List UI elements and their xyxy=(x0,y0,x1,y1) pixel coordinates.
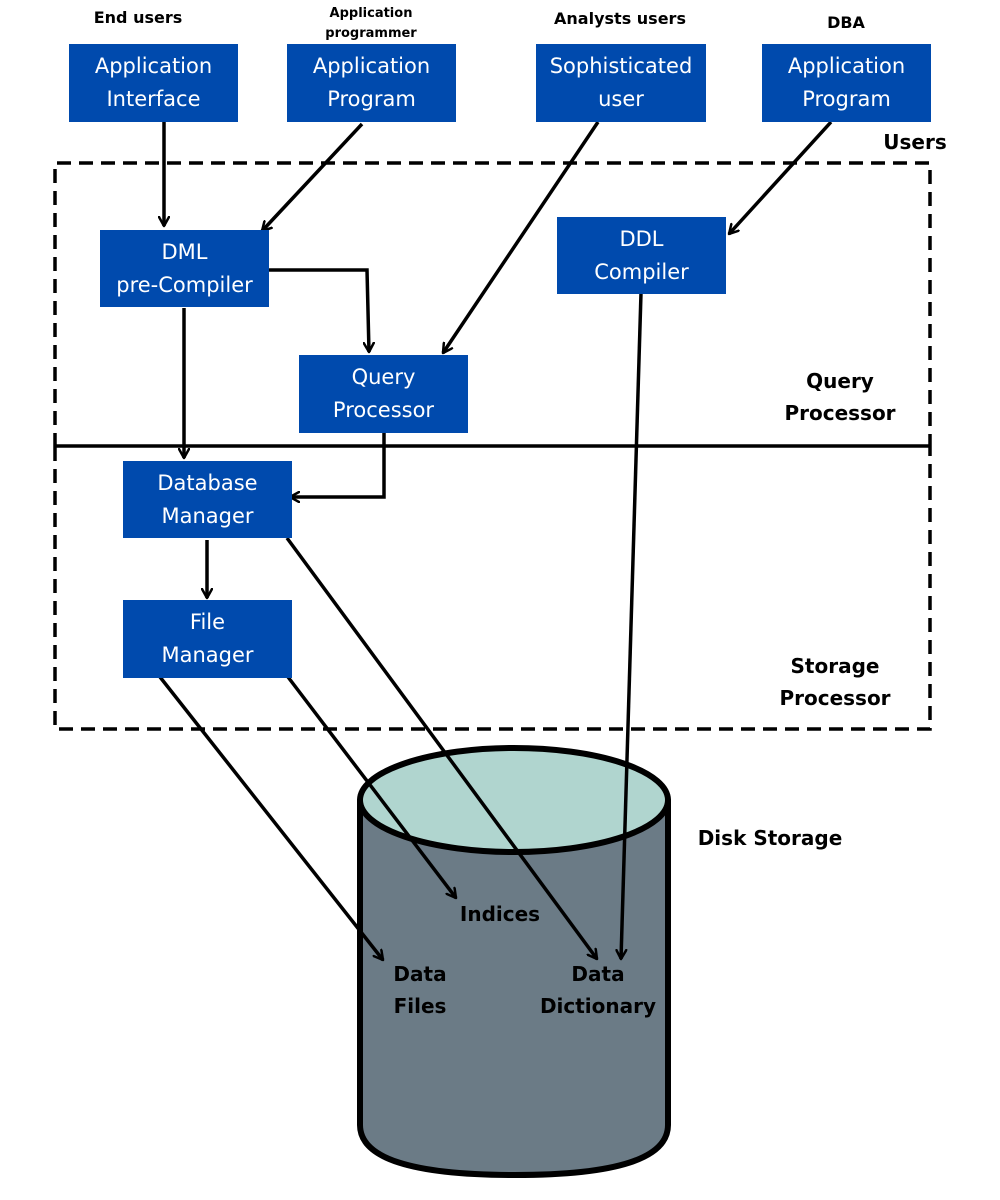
label-analysts-users: Analysts users xyxy=(554,9,686,28)
label-data-dictionary: Data Dictionary xyxy=(528,958,668,1022)
box-text: Sophisticated xyxy=(549,54,693,78)
label-indices: Indices xyxy=(459,902,541,926)
box-text: Program xyxy=(802,87,891,111)
label-line: Files xyxy=(393,994,447,1018)
label-line: Data xyxy=(393,962,447,986)
box-text: Application xyxy=(312,54,431,78)
box-ddl-compiler[interactable]: DDL Compiler xyxy=(557,217,726,294)
label-line: Application xyxy=(329,6,413,21)
arrow-dba-program-to-ddl xyxy=(727,120,833,234)
label-dba: DBA xyxy=(827,13,865,32)
box-dml-precompiler[interactable]: DML pre-Compiler xyxy=(100,230,269,307)
box-application-program-programmer[interactable]: Application Program xyxy=(287,44,456,122)
arrow-query-to-database-manager xyxy=(290,433,386,497)
label-line: Processor xyxy=(779,686,891,710)
arrow-app-program-to-dml xyxy=(260,122,364,231)
box-text: Application xyxy=(787,54,906,78)
box-file-manager[interactable]: File Manager xyxy=(123,600,292,678)
box-text: Compiler xyxy=(594,259,689,284)
label-line: Data xyxy=(571,962,625,986)
label-disk-storage: Disk Storage xyxy=(697,826,843,850)
cylinder-top xyxy=(357,745,671,855)
label-line: Query xyxy=(806,369,874,393)
label-storage-processor-section: Storage Processor xyxy=(760,650,910,714)
box-query-processor[interactable]: Query Processor xyxy=(299,355,468,433)
box-text: Database xyxy=(157,470,258,495)
label-line: Processor xyxy=(784,401,896,425)
box-application-interface[interactable]: Application Interface xyxy=(69,44,238,122)
box-text: user xyxy=(598,87,644,111)
label-end-users: End users xyxy=(93,8,183,27)
box-text: Manager xyxy=(161,503,254,528)
box-database-manager[interactable]: Database Manager xyxy=(123,461,292,538)
label-line: programmer xyxy=(325,26,417,41)
box-text: Application xyxy=(94,54,213,78)
label-query-processor-section: Query Processor xyxy=(770,365,910,429)
box-text: Query xyxy=(351,365,416,389)
box-text: Processor xyxy=(332,398,435,422)
box-text: DML xyxy=(161,239,208,264)
label-data-files: Data Files xyxy=(370,958,470,1022)
label-line: Storage xyxy=(790,654,880,678)
label-line: Dictionary xyxy=(539,994,657,1018)
label-application-programmer: Application programmer xyxy=(287,4,455,44)
box-text: DDL xyxy=(619,226,664,251)
box-application-program-dba[interactable]: Application Program xyxy=(762,44,931,122)
box-text: pre-Compiler xyxy=(116,272,253,297)
arrow-file-manager-to-data-files xyxy=(158,675,385,960)
box-text: Manager xyxy=(161,643,254,667)
box-text: Interface xyxy=(106,87,201,111)
box-text: File xyxy=(189,610,226,634)
box-text: Program xyxy=(327,87,416,111)
label-users-section: Users xyxy=(883,130,947,154)
box-sophisticated-user[interactable]: Sophisticated user xyxy=(536,44,706,122)
arrow-dml-query-bidirectional xyxy=(270,270,369,352)
